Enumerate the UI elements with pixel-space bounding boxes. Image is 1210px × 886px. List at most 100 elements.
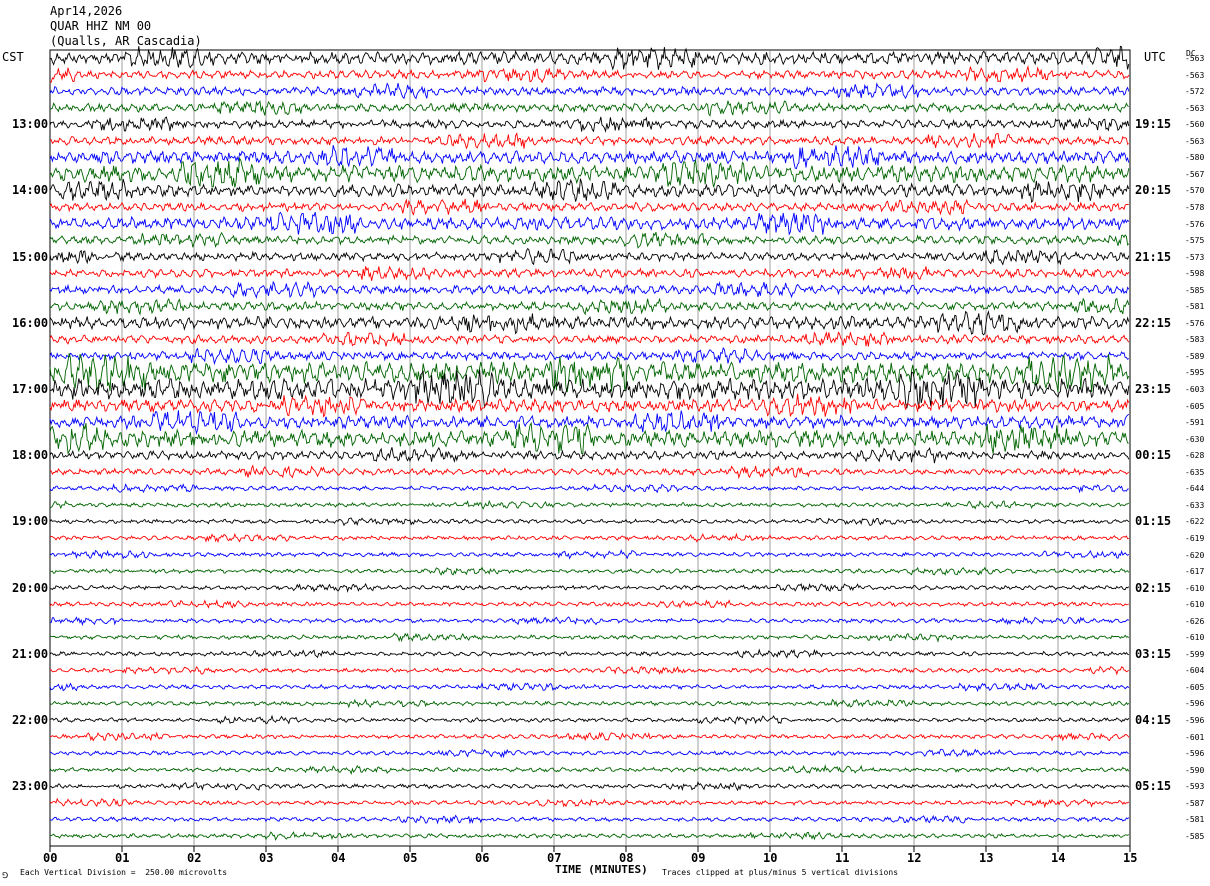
x-tick-label: 03 <box>259 851 274 865</box>
dc-offset-label: -605 <box>1185 682 1205 692</box>
seismic-trace-line <box>49 211 1130 236</box>
x-tick-label: 11 <box>835 851 850 865</box>
seismic-trace-line <box>49 814 1130 825</box>
left-hour-label: 19:00 <box>12 514 49 529</box>
x-tick-label: 06 <box>475 851 490 865</box>
dc-offset-label: -630 <box>1185 434 1205 444</box>
right-hour-label: 21:15 <box>1135 249 1172 264</box>
seismic-trace-line <box>49 198 1129 216</box>
seismic-trace-line <box>49 446 1130 464</box>
seismic-trace-line <box>49 517 1130 527</box>
dc-offset-label: -593 <box>1185 782 1205 792</box>
dc-offset-label: -572 <box>1185 87 1205 97</box>
dc-offset-label: -598 <box>1185 269 1205 279</box>
x-tick-label: 13 <box>979 851 994 865</box>
dc-offset-label: -595 <box>1185 368 1205 378</box>
seismic-trace-line <box>49 764 1130 775</box>
dc-offset-label: -576 <box>1185 318 1205 328</box>
dc-offset-label: -583 <box>1185 335 1205 345</box>
right-hour-label: 04:15 <box>1135 713 1172 727</box>
right-hour-label: 00:15 <box>1135 448 1172 463</box>
x-axis-ticks <box>49 846 1131 852</box>
seismic-trace-line <box>49 780 1130 792</box>
seismic-trace-line <box>49 100 1130 117</box>
seismic-trace-line <box>49 347 1130 366</box>
dc-offset-label: -596 <box>1185 699 1205 709</box>
seismic-trace-line <box>50 731 1130 742</box>
dc-offset-label: -601 <box>1185 732 1205 742</box>
seismic-trace-line <box>49 309 1130 336</box>
seismic-trace-line <box>49 145 1130 170</box>
seismic-trace-line <box>49 532 1129 544</box>
x-tick-label: 01 <box>115 851 130 865</box>
seismic-trace-line <box>49 248 1130 266</box>
seismic-trace-line <box>49 681 1130 693</box>
dc-offset-label: -576 <box>1185 219 1205 229</box>
dc-offset-label: -633 <box>1185 500 1205 510</box>
plot-frame <box>49 49 1131 847</box>
seismic-trace-line <box>49 648 1130 659</box>
seismic-trace-line <box>49 599 1129 609</box>
seismic-trace-line <box>49 280 1130 300</box>
x-tick-label: 02 <box>187 851 202 865</box>
seismic-trace-line <box>49 616 1130 627</box>
seismic-trace-line <box>49 421 1129 455</box>
dc-offset-label: -563 <box>1185 136 1205 146</box>
seismic-trace-line <box>49 132 1130 150</box>
seismic-trace-line <box>50 582 1130 593</box>
seismic-trace-line <box>49 464 1130 480</box>
dc-offset-label: -589 <box>1185 351 1205 361</box>
dc-offset-label: -587 <box>1185 798 1205 808</box>
left-hour-label: 17:00 <box>12 382 49 396</box>
seismic-trace-line <box>49 632 1130 643</box>
left-hour-label: 13:00 <box>12 117 49 132</box>
left-hour-label: 14:00 <box>12 183 49 198</box>
seismic-trace-line <box>49 566 1130 576</box>
left-hour-label: 15:00 <box>12 249 49 264</box>
dc-offset-label: -563 <box>1185 103 1205 113</box>
left-hour-label: 22:00 <box>12 713 49 727</box>
dc-offset-label: -563 <box>1185 70 1205 80</box>
right-hour-label: 19:15 <box>1135 117 1172 132</box>
dc-offset-label: -622 <box>1185 517 1205 527</box>
seismic-trace-line <box>49 831 1130 841</box>
seismic-trace-line <box>49 116 1130 133</box>
dc-offset-label: -628 <box>1185 451 1205 461</box>
left-hour-label: 16:00 <box>12 315 49 330</box>
dc-offset-label: -585 <box>1185 285 1205 295</box>
seismic-trace-line <box>49 231 1130 249</box>
seismic-trace-line <box>49 797 1130 809</box>
dc-offset-label: -626 <box>1185 616 1205 626</box>
right-hour-label: 20:15 <box>1135 183 1172 198</box>
seismic-trace-line <box>49 82 1130 100</box>
x-tick-label: 10 <box>763 851 778 865</box>
minute-gridlines <box>49 49 1131 847</box>
dc-offset-label: -570 <box>1185 186 1205 196</box>
seismic-trace-line <box>49 714 1130 726</box>
seismic-trace-line <box>49 665 1130 676</box>
right-hour-label: 01:15 <box>1135 514 1172 529</box>
x-tick-label: 04 <box>331 851 346 865</box>
scale-note: Each Vertical Division = 250.00 microvol… <box>20 868 228 877</box>
seismic-trace-line <box>49 65 1130 84</box>
seismic-trace-line <box>49 297 1130 316</box>
dc-offset-label: -563 <box>1185 54 1205 63</box>
left-hour-label: 23:00 <box>12 779 49 794</box>
right-hour-label: 22:15 <box>1135 315 1172 330</box>
dc-offset-label: -585 <box>1185 831 1205 841</box>
left-hour-label: 21:00 <box>12 646 49 661</box>
dc-offset-label: -580 <box>1185 153 1205 163</box>
dc-offset-label: -610 <box>1185 600 1205 610</box>
right-hour-label: 05:15 <box>1135 779 1172 794</box>
dc-offset-label: -590 <box>1185 765 1205 775</box>
seismic-trace-line <box>49 265 1130 281</box>
dc-offset-label: -604 <box>1185 666 1205 676</box>
dc-offset-label: -617 <box>1185 567 1205 577</box>
right-hour-label: 02:15 <box>1135 580 1172 595</box>
dc-offset-label: -619 <box>1185 533 1205 543</box>
seismic-trace-line <box>49 748 1129 759</box>
dc-offset-label: -581 <box>1185 302 1205 312</box>
x-tick-label: 00 <box>43 851 58 865</box>
dc-offset-label: -644 <box>1185 484 1205 494</box>
right-hour-label: 03:15 <box>1135 646 1172 661</box>
